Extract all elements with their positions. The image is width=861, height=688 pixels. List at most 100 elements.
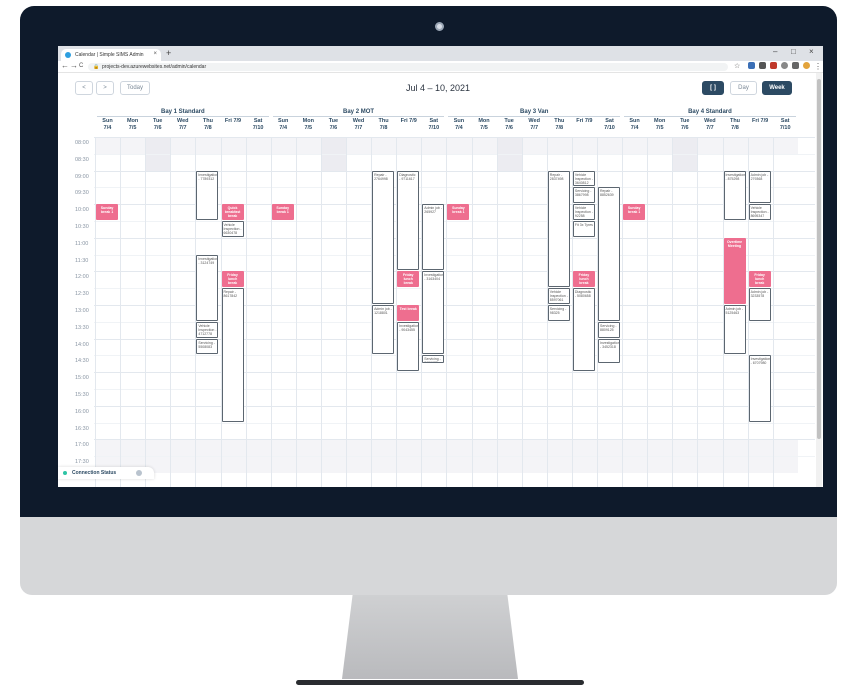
day-column[interactable] [697, 137, 722, 487]
job-event[interactable]: Investigation - 3452318 [598, 338, 621, 363]
job-event[interactable]: Servicing - 3867998 [572, 187, 595, 204]
extension-icon[interactable] [748, 62, 755, 69]
back-button[interactable]: ← [61, 61, 69, 70]
day-date: 7/6 [505, 125, 513, 131]
maximize-button[interactable]: □ [791, 47, 796, 56]
job-event[interactable]: Repair - 2837498 [547, 170, 570, 288]
day-column[interactable] [295, 137, 321, 487]
break-event[interactable]: Sunday break 1 [447, 204, 470, 220]
time-label: 15:00 [75, 375, 89, 382]
day-column[interactable] [120, 137, 145, 487]
job-event[interactable]: Servicing - 8809125 [598, 321, 621, 338]
break-event[interactable]: Friday lunch break [748, 271, 771, 288]
job-event[interactable]: Admin job - 1218801 [372, 305, 395, 355]
break-event[interactable]: Sunday break 1 [96, 204, 119, 220]
calendar-title: Jul 4 – 10, 2021 [405, 83, 471, 93]
extension-icon[interactable] [759, 62, 766, 69]
browser-window: Calendar | Simple SIMS Admin × + – □ × ←… [58, 46, 823, 487]
browser-tab[interactable]: Calendar | Simple SIMS Admin × [61, 49, 161, 61]
fullscreen-button[interactable]: [ ] [702, 81, 724, 95]
puzzle-icon[interactable] [792, 62, 799, 69]
reload-button[interactable]: C [79, 63, 83, 69]
day-name: Sat [780, 118, 790, 124]
url-field[interactable]: 🔒 projects-dev.azurewebsites.net/admin/c… [88, 63, 728, 71]
connection-status[interactable]: Connection Status [58, 467, 154, 479]
break-event[interactable]: Test break [397, 305, 420, 321]
job-event[interactable]: Servicing - 98325 [547, 305, 570, 321]
day-date: 7/4 [455, 125, 463, 131]
day-column[interactable] [270, 137, 296, 487]
address-bar: ← → C 🔒 projects-dev.azurewebsites.net/a… [58, 61, 823, 73]
break-event[interactable]: Friday lunch break [221, 271, 244, 288]
job-event[interactable]: Fit 3x Tyres [572, 221, 595, 237]
profile-avatar[interactable] [803, 62, 810, 69]
day-column[interactable] [772, 137, 798, 487]
job-event[interactable]: Vehicle Inspection - 8695347 [748, 204, 771, 220]
job-event[interactable]: Vehicle Inspection - 4712778 [196, 321, 219, 338]
job-event[interactable]: Vehicle Inspection - 6630478 [221, 221, 244, 237]
close-window-button[interactable]: × [809, 47, 814, 56]
bay-divider [448, 116, 621, 117]
day-column[interactable] [672, 137, 697, 487]
job-event[interactable]: Vehicle Inspection - 92258 [572, 204, 595, 220]
prev-week-button[interactable]: < [75, 81, 93, 95]
job-event[interactable]: Servicing - 3656935 [422, 355, 445, 363]
job-event[interactable]: Admin job - 279368 [748, 170, 771, 204]
day-column[interactable] [622, 137, 647, 487]
day-header: Sat 7/10 [421, 118, 446, 132]
break-event[interactable]: Sunday break 1 [271, 204, 294, 220]
job-event[interactable]: Vehicle Inspection - 3640812 [572, 170, 595, 187]
scrollbar-thumb[interactable] [817, 79, 821, 439]
day-column[interactable] [647, 137, 672, 487]
job-event[interactable]: Investigation - 9043455 [397, 321, 420, 372]
time-label: 15:30 [75, 392, 89, 398]
job-event[interactable]: Servicing - 5508083 [196, 338, 219, 355]
day-name: Mon [126, 118, 139, 124]
day-header: Mon 7/5 [472, 118, 497, 132]
job-event[interactable]: Admin job - 5125463 [723, 305, 746, 355]
day-view-button[interactable]: Day [730, 81, 757, 95]
job-event[interactable]: Admin job - 265927 [422, 204, 445, 271]
extension-icon[interactable] [770, 62, 777, 69]
day-column[interactable] [471, 137, 497, 487]
extension-icon[interactable] [781, 62, 788, 69]
day-column[interactable] [346, 137, 371, 487]
day-column[interactable] [170, 137, 195, 487]
day-column[interactable] [245, 137, 271, 487]
job-event[interactable]: Diagnostic - 9711617 [397, 170, 420, 271]
tab-close-icon[interactable]: × [153, 51, 157, 57]
week-view-button[interactable]: Week [762, 81, 792, 95]
new-tab-button[interactable]: + [166, 48, 171, 58]
day-column[interactable] [95, 137, 120, 487]
job-event[interactable]: Investigation - 6707980 [748, 355, 771, 422]
job-event[interactable]: Repair - 2764998 [372, 170, 395, 304]
forward-button[interactable]: → [70, 61, 78, 70]
job-event[interactable]: Repair - 8617842 [221, 288, 244, 422]
job-event[interactable]: Investigation - 7789312 [196, 170, 219, 220]
day-column[interactable] [496, 137, 522, 487]
job-event[interactable]: Admin job - 3233578 [748, 288, 771, 321]
day-column[interactable] [521, 137, 547, 487]
day-date: 7/7 [706, 125, 714, 131]
menu-icon[interactable]: ⋮ [814, 62, 822, 71]
job-event[interactable]: Investigation - 3163404 [422, 271, 445, 355]
break-event[interactable]: Friday lunch break [572, 271, 595, 288]
day-name: Thu [202, 118, 213, 124]
time-label: 11:30 [75, 257, 89, 264]
job-event[interactable]: Investigation - 875298 [723, 170, 746, 220]
break-event[interactable]: Sunday break 1 [623, 204, 646, 220]
bookmark-star-icon[interactable]: ☆ [734, 62, 740, 70]
break-event[interactable]: Friday lunch break [397, 271, 420, 288]
job-event[interactable]: Diagnostic - 5080658 [572, 288, 595, 372]
job-event[interactable]: Repair - 8852639 [598, 187, 621, 321]
day-column[interactable] [446, 137, 471, 487]
break-event[interactable]: Overtime Meeting [723, 237, 746, 304]
day-column[interactable] [145, 137, 170, 487]
job-event[interactable]: Investigation - 3124749 [196, 254, 219, 321]
job-event[interactable]: Vehicle Inspection - 8597061 [547, 288, 570, 304]
break-event[interactable]: Quick breakfast break [221, 204, 244, 220]
today-button[interactable]: Today [120, 81, 150, 95]
minimize-button[interactable]: – [773, 47, 777, 56]
next-week-button[interactable]: > [96, 81, 114, 95]
day-column[interactable] [320, 137, 346, 487]
